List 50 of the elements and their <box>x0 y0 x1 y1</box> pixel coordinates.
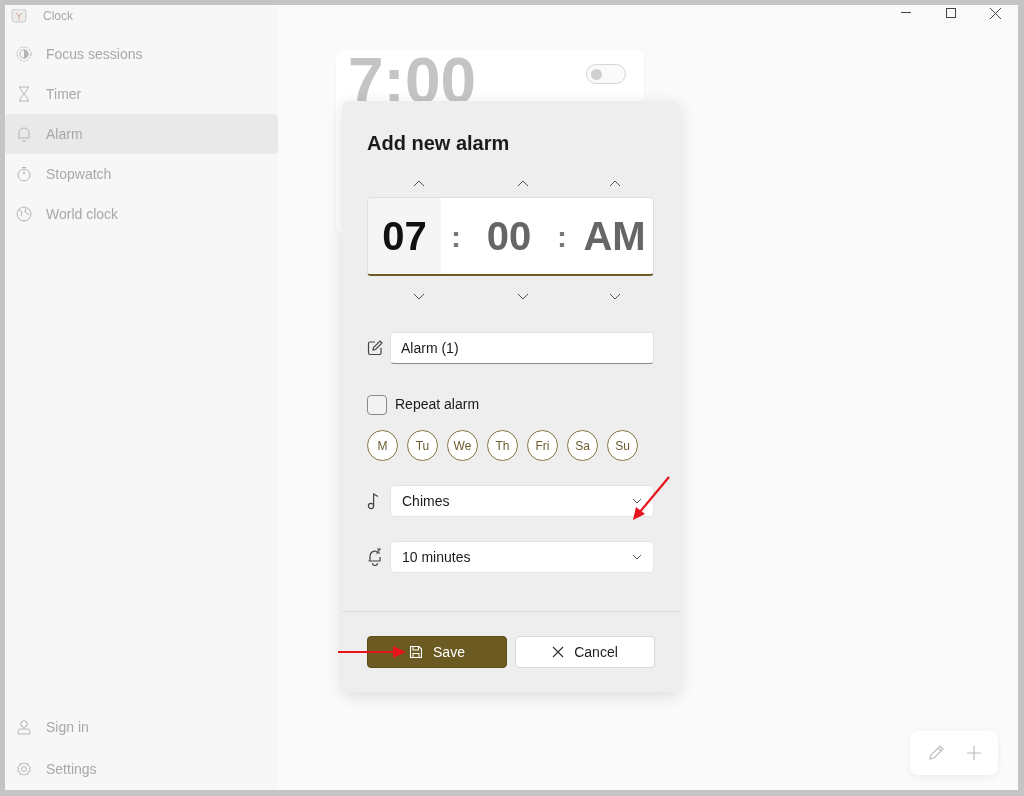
stopwatch-icon <box>16 166 32 182</box>
time-value[interactable]: 00 <box>471 198 547 274</box>
window-title: Clock <box>43 8 73 25</box>
repeat-label: Repeat alarm <box>395 395 480 414</box>
focus-icon <box>16 46 32 62</box>
day-toggle[interactable]: Sa <box>567 430 598 461</box>
bell-icon <box>16 126 32 142</box>
chevron-down-icon <box>632 498 642 504</box>
maximize-icon <box>945 8 956 18</box>
day-toggle[interactable]: Fri <box>527 430 558 461</box>
music-note-icon <box>367 492 381 510</box>
save-icon <box>409 645 424 659</box>
alarm-toggle[interactable] <box>586 64 626 84</box>
repeat-checkbox[interactable] <box>367 394 387 415</box>
day-toggle[interactable]: M <box>367 430 398 461</box>
snooze-dropdown[interactable]: 10 minutes <box>390 541 654 573</box>
annotation-arrow <box>631 475 671 521</box>
settings-icon <box>16 761 32 777</box>
chevron-down-icon <box>413 292 425 300</box>
chevron-down-icon <box>608 292 621 300</box>
day-toggle[interactable]: Th <box>487 430 518 461</box>
chevron-up-icon <box>608 179 621 187</box>
hourglass-icon <box>16 86 32 102</box>
time-value[interactable]: 07 <box>368 198 441 274</box>
person-icon <box>16 719 32 735</box>
chevron-up-icon <box>413 179 425 187</box>
minimize-icon <box>900 12 911 14</box>
time-value[interactable]: AM <box>577 198 652 274</box>
globe-icon <box>16 206 32 222</box>
chevron-down-icon <box>632 554 642 560</box>
alarm-name-field[interactable]: Alarm (1) <box>390 332 654 364</box>
dialog-title: Add new alarm <box>367 131 511 155</box>
time-picker[interactable]: 07 : 00 : AM <box>367 197 654 276</box>
cancel-button[interactable]: Cancel <box>515 636 655 668</box>
close-icon <box>990 7 1001 19</box>
day-toggle[interactable]: Tu <box>407 430 438 461</box>
edit-icon <box>367 340 383 356</box>
snooze-bell-icon <box>367 548 383 566</box>
day-toggle[interactable]: Su <box>607 430 638 461</box>
clock-app-icon <box>11 9 27 23</box>
chevron-up-icon <box>517 179 529 187</box>
time-separator: : <box>450 218 462 255</box>
time-separator: : <box>556 218 568 255</box>
alarm-time: 7:00 <box>348 50 477 112</box>
close-icon <box>552 646 565 658</box>
save-button[interactable]: Save <box>367 636 507 668</box>
day-toggle[interactable]: We <box>447 430 478 461</box>
chevron-down-icon <box>517 292 529 300</box>
sound-dropdown[interactable]: Chimes <box>390 485 654 517</box>
annotation-arrow <box>337 645 407 659</box>
